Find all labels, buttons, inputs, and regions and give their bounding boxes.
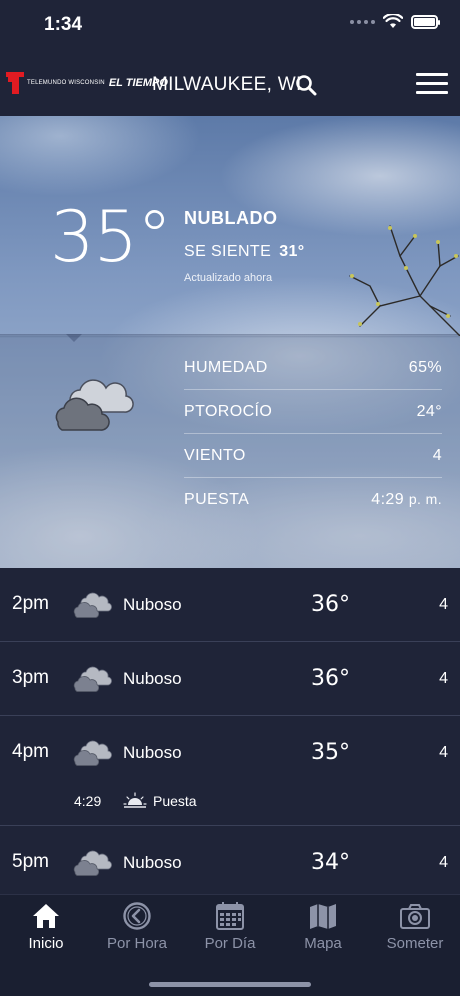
feels-like-value: 31° bbox=[279, 243, 305, 260]
wifi-icon bbox=[383, 14, 403, 28]
cloudy-icon bbox=[73, 740, 112, 766]
cloudy-icon bbox=[73, 666, 112, 692]
home-icon bbox=[33, 904, 59, 928]
bottom-tab-bar: Inicio Por Hora Por Día Mapa Someter bbox=[0, 894, 460, 996]
hour-time: 5pm bbox=[12, 851, 49, 872]
hour-condition: Nuboso bbox=[123, 669, 182, 688]
battery-icon bbox=[411, 14, 440, 29]
tab-label: Por Día bbox=[204, 935, 256, 952]
hour-temperature: 36° bbox=[311, 592, 350, 617]
search-icon[interactable] bbox=[295, 74, 317, 96]
status-bar: 1:34 bbox=[0, 0, 460, 50]
cloudy-icon bbox=[55, 379, 134, 431]
tree-branch-decoration bbox=[349, 225, 460, 336]
hour-wind: 4 bbox=[439, 744, 448, 761]
current-temperature: 35° bbox=[50, 196, 172, 278]
tab-por-hora[interactable]: Por Hora bbox=[91, 901, 183, 952]
tab-label: Inicio bbox=[28, 935, 64, 952]
telemundo-logo-icon bbox=[6, 72, 24, 94]
tab-mapa[interactable]: Mapa bbox=[277, 901, 369, 952]
hour-condition: Nuboso bbox=[123, 853, 182, 872]
updated-label: Actualizado ahora bbox=[184, 272, 273, 284]
logo-subtitle: TELEMUNDO WISCONSIN bbox=[27, 80, 105, 86]
calendar-icon bbox=[216, 902, 244, 930]
tab-label: Mapa bbox=[304, 935, 342, 952]
current-conditions-panel: 35° NUBLADO SE SIENTE 31° Actualizado aho… bbox=[0, 116, 460, 568]
current-condition: NUBLADO bbox=[184, 208, 278, 228]
clock-icon bbox=[123, 902, 151, 930]
detail-row-humidity: HUMEDAD 65% bbox=[184, 346, 442, 390]
status-time: 1:34 bbox=[44, 14, 83, 35]
sunset-event-label: Puesta bbox=[153, 793, 197, 809]
hourly-forecast-list[interactable]: 2pm Nuboso 36° 4 3pm Nuboso 36° 4 4pm Nu… bbox=[0, 568, 460, 894]
map-icon bbox=[310, 904, 336, 929]
feels-like: SE SIENTE 31° bbox=[184, 243, 305, 261]
detail-value: 4:29 p. m. bbox=[371, 491, 442, 508]
sunset-event-time: 4:29 bbox=[74, 793, 102, 809]
sunset-icon bbox=[123, 792, 147, 808]
detail-row-wind: VIENTO 4 bbox=[184, 434, 442, 478]
detail-label: HUMEDAD bbox=[184, 358, 268, 376]
tab-por-dia[interactable]: Por Día bbox=[184, 901, 276, 952]
signal-icon bbox=[350, 19, 375, 24]
detail-value: 65% bbox=[408, 358, 442, 376]
hour-wind: 4 bbox=[439, 854, 448, 871]
hour-temperature: 34° bbox=[311, 850, 350, 875]
cloudy-icon bbox=[73, 592, 112, 618]
tab-inicio[interactable]: Inicio bbox=[0, 901, 92, 952]
home-indicator[interactable] bbox=[149, 982, 311, 987]
hamburger-menu-icon[interactable] bbox=[416, 73, 448, 95]
tab-label: Por Hora bbox=[106, 935, 168, 952]
city-name[interactable]: MILWAUKEE, WI bbox=[152, 74, 302, 96]
app-header: TELEMUNDO WISCONSIN EL TIEMPO MILWAUKEE,… bbox=[0, 50, 460, 116]
telemundo-logo[interactable]: TELEMUNDO WISCONSIN EL TIEMPO bbox=[6, 72, 168, 94]
detail-label: PUESTA bbox=[184, 491, 250, 508]
feels-like-label: SE SIENTE bbox=[184, 243, 272, 260]
camera-icon bbox=[400, 904, 430, 929]
detail-value: 24° bbox=[416, 402, 442, 420]
hour-wind: 4 bbox=[439, 596, 448, 613]
detail-row-dewpoint: PTOROCÍO 24° bbox=[184, 390, 442, 434]
tab-someter[interactable]: Someter bbox=[369, 901, 460, 952]
status-icons bbox=[350, 14, 440, 29]
cloudy-icon bbox=[73, 850, 112, 876]
hourly-row[interactable]: 2pm Nuboso 36° 4 bbox=[0, 568, 460, 642]
hour-condition: Nuboso bbox=[123, 743, 182, 762]
hour-wind: 4 bbox=[439, 670, 448, 687]
tab-label: Someter bbox=[386, 935, 444, 952]
detail-row-sunset: PUESTA 4:29 p. m. bbox=[184, 478, 442, 522]
hourly-row[interactable]: 3pm Nuboso 36° 4 bbox=[0, 642, 460, 716]
details-list: HUMEDAD 65% PTOROCÍO 24° VIENTO 4 PUESTA… bbox=[184, 346, 442, 522]
hourly-row[interactable]: 4pm Nuboso 35° 4 4:29 Puesta bbox=[0, 716, 460, 826]
detail-label: VIENTO bbox=[184, 446, 246, 464]
hour-temperature: 35° bbox=[311, 740, 350, 765]
hourly-row[interactable]: 5pm Nuboso 34° 4 bbox=[0, 826, 460, 894]
detail-value: 4 bbox=[432, 446, 442, 464]
hour-condition: Nuboso bbox=[123, 595, 182, 614]
hour-time: 3pm bbox=[12, 667, 49, 688]
detail-label: PTOROCÍO bbox=[184, 402, 273, 420]
hour-time: 2pm bbox=[12, 593, 49, 614]
hour-time: 4pm bbox=[12, 741, 49, 762]
hour-temperature: 36° bbox=[311, 666, 350, 691]
